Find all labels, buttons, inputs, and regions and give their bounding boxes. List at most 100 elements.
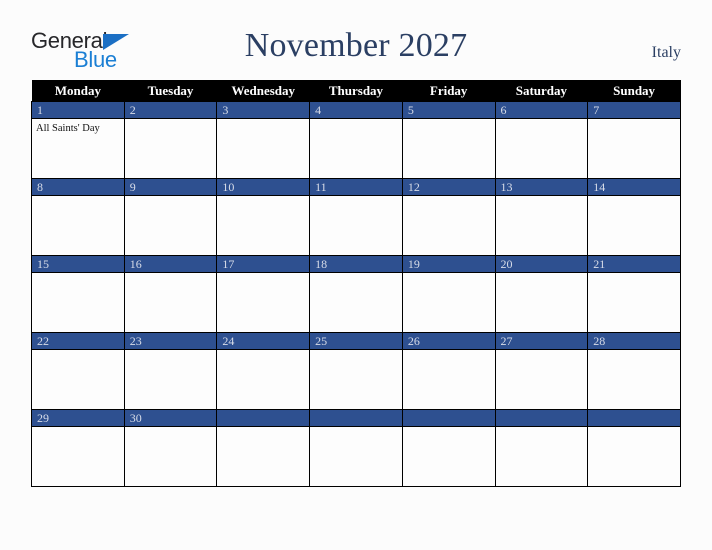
weekday-header-saturday: Saturday [495, 80, 588, 102]
calendar-empty-cell[interactable] [401, 409, 496, 487]
day-events [125, 350, 217, 353]
day-number: 20 [495, 256, 588, 273]
calendar-day-cell[interactable]: 7 [587, 101, 681, 179]
calendar-day-cell[interactable]: 25 [309, 332, 403, 410]
calendar-day-cell[interactable]: 24 [216, 332, 311, 410]
calendar-day-cell[interactable]: 15 [31, 255, 125, 333]
calendar-header-row: Monday Tuesday Wednesday Thursday Friday Satu… [31, 80, 681, 102]
calendar-empty-cell[interactable] [216, 409, 311, 487]
day-number: 12 [402, 179, 495, 196]
day-number: 1 [32, 102, 124, 119]
day-number [310, 410, 402, 427]
weekday-header-tuesday: Tuesday [124, 80, 217, 102]
day-number: 17 [217, 256, 310, 273]
day-number: 29 [32, 410, 124, 427]
day-number [402, 410, 495, 427]
day-number: 11 [310, 179, 402, 196]
day-events [588, 119, 680, 122]
calendar-day-cell[interactable]: 10 [216, 178, 311, 256]
day-events [217, 196, 309, 199]
calendar-day-cell[interactable]: 26 [401, 332, 496, 410]
day-events [403, 350, 495, 353]
day-events [403, 427, 495, 430]
calendar-empty-cell[interactable] [309, 409, 403, 487]
calendar-day-cell[interactable]: 4 [309, 101, 403, 179]
day-events [310, 273, 402, 276]
country-label: Italy [651, 44, 681, 61]
day-number [495, 410, 588, 427]
day-events [496, 119, 588, 122]
day-events [125, 273, 217, 276]
calendar-empty-cell[interactable] [494, 409, 589, 487]
day-number [217, 410, 310, 427]
calendar-table: Monday Tuesday Wednesday Thursday Friday Satu… [31, 80, 681, 487]
calendar-day-cell[interactable]: 18 [309, 255, 403, 333]
day-number: 7 [588, 102, 680, 119]
day-number: 28 [588, 333, 680, 350]
calendar-day-cell[interactable]: 6 [494, 101, 589, 179]
weekday-header-thursday: Thursday [309, 80, 403, 102]
day-events [403, 119, 495, 122]
day-events [217, 119, 309, 122]
day-events [588, 350, 680, 353]
calendar-day-cell[interactable]: 1 All Saints' Day [31, 101, 125, 179]
calendar-day-cell[interactable]: 8 [31, 178, 125, 256]
calendar-empty-cell[interactable] [587, 409, 681, 487]
calendar-day-cell[interactable]: 9 [123, 178, 218, 256]
calendar-grid: Monday Tuesday Wednesday Thursday Friday Satu… [31, 80, 681, 487]
day-number: 13 [495, 179, 588, 196]
calendar-day-cell[interactable]: 20 [494, 255, 589, 333]
calendar-day-cell[interactable]: 12 [401, 178, 496, 256]
calendar-day-cell[interactable]: 21 [587, 255, 681, 333]
weekday-header-wednesday: Wednesday [216, 80, 310, 102]
calendar-day-cell[interactable]: 14 [587, 178, 681, 256]
calendar-day-cell[interactable]: 13 [494, 178, 589, 256]
day-number [588, 410, 680, 427]
day-number: 26 [402, 333, 495, 350]
day-events [310, 119, 402, 122]
day-events [217, 427, 309, 430]
day-events [32, 350, 124, 353]
day-events [125, 119, 217, 122]
calendar-day-cell[interactable]: 11 [309, 178, 403, 256]
day-number: 21 [588, 256, 680, 273]
day-events [32, 273, 124, 276]
calendar-week-row: 15 16 17 18 19 20 21 [31, 255, 681, 333]
calendar-day-cell[interactable]: 3 [216, 101, 311, 179]
day-events [310, 350, 402, 353]
day-events [496, 427, 588, 430]
day-events [32, 427, 124, 430]
day-number: 18 [310, 256, 402, 273]
calendar-day-cell[interactable]: 16 [123, 255, 218, 333]
day-events [403, 196, 495, 199]
calendar-day-cell[interactable]: 17 [216, 255, 311, 333]
calendar-day-cell[interactable]: 2 [123, 101, 218, 179]
calendar-day-cell[interactable]: 19 [401, 255, 496, 333]
day-events: All Saints' Day [32, 119, 124, 135]
day-number: 22 [32, 333, 124, 350]
weekday-headers: Monday Tuesday Wednesday Thursday Friday Satu… [31, 80, 681, 102]
calendar-day-cell[interactable]: 27 [494, 332, 589, 410]
day-number: 2 [124, 102, 217, 119]
calendar-day-cell[interactable]: 28 [587, 332, 681, 410]
calendar-day-cell[interactable]: 22 [31, 332, 125, 410]
day-number: 5 [402, 102, 495, 119]
day-events [588, 273, 680, 276]
calendar-day-cell[interactable]: 30 [123, 409, 218, 487]
day-events [496, 273, 588, 276]
calendar-week-row: 29 30 [31, 409, 681, 487]
day-number: 3 [217, 102, 310, 119]
calendar-body: 1 All Saints' Day 2 3 4 5 6 7 8 9 10 11 12 13 14 15 16 17… [31, 101, 681, 487]
page-header: General Blue November 2027 Italy [0, 0, 712, 78]
day-events [125, 427, 217, 430]
day-events [496, 350, 588, 353]
calendar-day-cell[interactable]: 5 [401, 101, 496, 179]
calendar-day-cell[interactable]: 29 [31, 409, 125, 487]
day-events [588, 196, 680, 199]
day-number: 27 [495, 333, 588, 350]
day-events [32, 196, 124, 199]
day-number: 15 [32, 256, 124, 273]
day-number: 4 [310, 102, 402, 119]
calendar-day-cell[interactable]: 23 [123, 332, 218, 410]
day-number: 23 [124, 333, 217, 350]
